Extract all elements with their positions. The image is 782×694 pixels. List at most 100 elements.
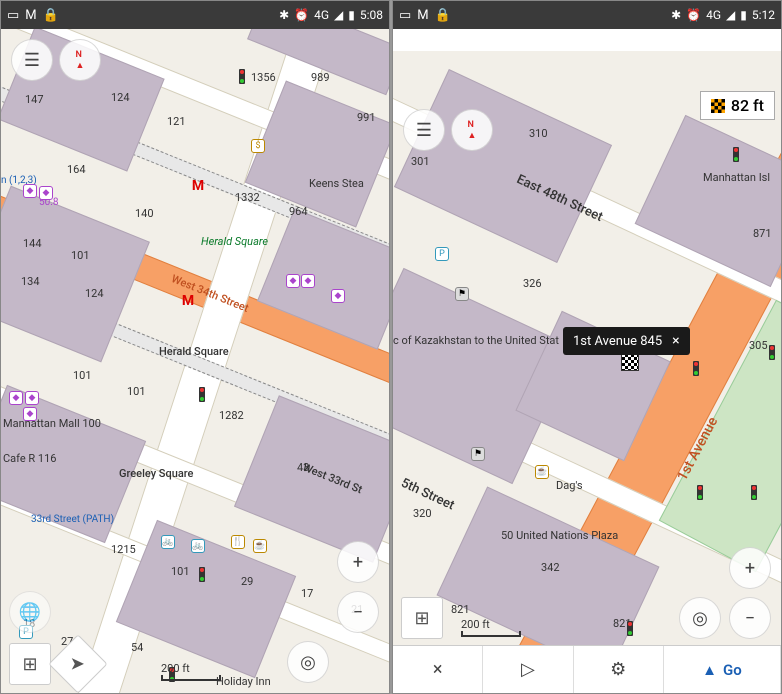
location-tooltip[interactable]: 1st Avenue 845 × [563, 327, 690, 355]
house-num: 326 [523, 277, 542, 290]
poi-shop-icon: ◆ [25, 391, 39, 405]
grid-icon: ⊞ [414, 608, 429, 629]
traffic-light-icon [693, 361, 699, 376]
traffic-light-icon [199, 567, 205, 582]
crosshair-icon: ◎ [300, 652, 316, 673]
scale-bar: 200 ft [461, 618, 521, 637]
locate-button[interactable]: ◎ [287, 641, 329, 683]
lock-icon: 🔒 [435, 8, 451, 23]
layers-button[interactable]: ☰ [11, 39, 53, 81]
poi-flag-icon: ⚑ [471, 447, 485, 461]
left-bottom-controls: ⊞ ➤ [9, 643, 99, 685]
crosshair-icon: ◎ [692, 608, 708, 629]
signal-icon: ◢ [334, 8, 343, 22]
minus-icon: − [353, 602, 363, 623]
scale-bar: 200 ft [161, 662, 221, 681]
checkered-flag-icon [711, 99, 725, 113]
globe-icon: 🌐 [19, 602, 41, 623]
destination-marker[interactable] [621, 353, 639, 371]
flag-button[interactable]: ▷ [483, 646, 573, 693]
battery-icon: ▮ [740, 8, 747, 22]
map-canvas-right[interactable]: East 48th Street 1st Avenue 5th Street M… [393, 51, 781, 645]
compass-north-icon: N▲ [76, 50, 85, 71]
poi-food-icon: ☕ [253, 539, 267, 553]
house-num: 101 [73, 369, 92, 382]
zoom-out-button[interactable]: − [729, 597, 771, 639]
grid-button[interactable]: ⊞ [9, 643, 51, 685]
alarm-icon: ⏰ [294, 8, 309, 22]
lock-icon: 🔒 [43, 8, 59, 23]
poi-shop-icon: ◆ [39, 186, 53, 200]
scale-label: 200 ft [461, 618, 490, 631]
network-label: 4G [314, 8, 329, 22]
close-icon: × [433, 659, 443, 680]
header-strip [393, 29, 781, 51]
phone-right: ▭ M 🔒 ✱ ⏰ 4G ◢ ▮ 5:12 [392, 0, 782, 694]
poi-bike-icon: 🚲 [161, 535, 175, 549]
mail-icon: M [25, 8, 36, 23]
status-icons-right: ✱ ⏰ 4G ◢ ▮ 5:08 [279, 8, 383, 22]
map-canvas-left[interactable]: West 34th Street West 33rd St Herald Squ… [1, 29, 389, 693]
settings-button[interactable]: ⚙ [574, 646, 664, 693]
globe-button[interactable]: 🌐 [9, 591, 51, 633]
action-bar: × ▷ ⚙ ▲ Go [393, 645, 781, 693]
zoom-out-button[interactable]: − [337, 591, 379, 633]
traffic-light-icon [733, 147, 739, 162]
poi-food-icon: 🍴 [231, 535, 245, 549]
poi-shop-icon: ◆ [331, 289, 345, 303]
chat-icon: ▭ [399, 8, 411, 23]
layers-button[interactable]: ☰ [403, 109, 445, 151]
compass-button[interactable]: N▲ [451, 109, 493, 151]
poi-shop-icon: ◆ [23, 407, 37, 421]
battery-icon: ▮ [348, 8, 355, 22]
house-num: 17 [301, 587, 313, 600]
zoom-in-button[interactable]: + [729, 547, 771, 589]
poi-parking-icon: P [435, 247, 449, 261]
poi-cafe-icon: ☕ [535, 465, 549, 479]
scale-label: 200 ft [161, 662, 190, 675]
status-bar: ▭ M 🔒 ✱ ⏰ 4G ◢ ▮ 5:12 [393, 1, 781, 29]
phone-left: ▭ M 🔒 ✱ ⏰ 4G ◢ ▮ 5:08 [0, 0, 390, 694]
house-num: 101 [127, 385, 146, 398]
chat-icon: ▭ [7, 8, 19, 23]
traffic-light-icon [627, 621, 633, 636]
distance-value: 82 ft [731, 96, 764, 115]
poi-shop-icon: ◆ [286, 274, 300, 288]
minus-icon: − [745, 608, 755, 629]
mail-icon: M [417, 8, 428, 23]
directions-button[interactable]: ➤ [48, 634, 107, 693]
go-label: Go [723, 661, 742, 679]
house-num: 1356 [251, 71, 276, 84]
poi-shop-icon: ◆ [23, 184, 37, 198]
poi-flag-icon: ⚑ [455, 287, 469, 301]
compass-button[interactable]: N▲ [59, 39, 101, 81]
status-icons-right: ✱ ⏰ 4G ◢ ▮ 5:12 [671, 8, 775, 22]
go-button[interactable]: ▲ Go [664, 646, 781, 693]
signal-icon: ◢ [726, 8, 735, 22]
status-icons-left: ▭ M 🔒 [399, 8, 451, 23]
tooltip-close-icon[interactable]: × [672, 333, 679, 349]
traffic-light-icon [751, 485, 757, 500]
poi-atm-icon: $ [251, 139, 265, 153]
zoom-in-button[interactable]: + [337, 541, 379, 583]
status-icons-left: ▭ M 🔒 [7, 8, 59, 23]
traffic-light-icon [199, 387, 205, 402]
locate-button[interactable]: ◎ [679, 597, 721, 639]
layers-icon: ☰ [24, 50, 40, 71]
layers-icon: ☰ [416, 120, 432, 141]
flag-outline-icon: ▷ [521, 659, 535, 680]
house-num: 140 [135, 207, 154, 220]
tooltip-text: 1st Avenue 845 [573, 334, 662, 349]
clock: 5:12 [752, 8, 775, 22]
place-holiday-inn: Holiday Inn [216, 675, 271, 688]
plus-icon: + [745, 558, 755, 579]
distance-badge[interactable]: 82 ft [700, 91, 775, 120]
clock: 5:08 [360, 8, 383, 22]
traffic-light-icon [239, 69, 245, 84]
metro-icon: M [181, 294, 195, 308]
plus-icon: + [353, 552, 363, 573]
grid-button[interactable]: ⊞ [401, 597, 443, 639]
compass-north-icon: N▲ [468, 120, 477, 141]
nav-arrow-icon: ▲ [702, 661, 717, 679]
close-button[interactable]: × [393, 646, 483, 693]
